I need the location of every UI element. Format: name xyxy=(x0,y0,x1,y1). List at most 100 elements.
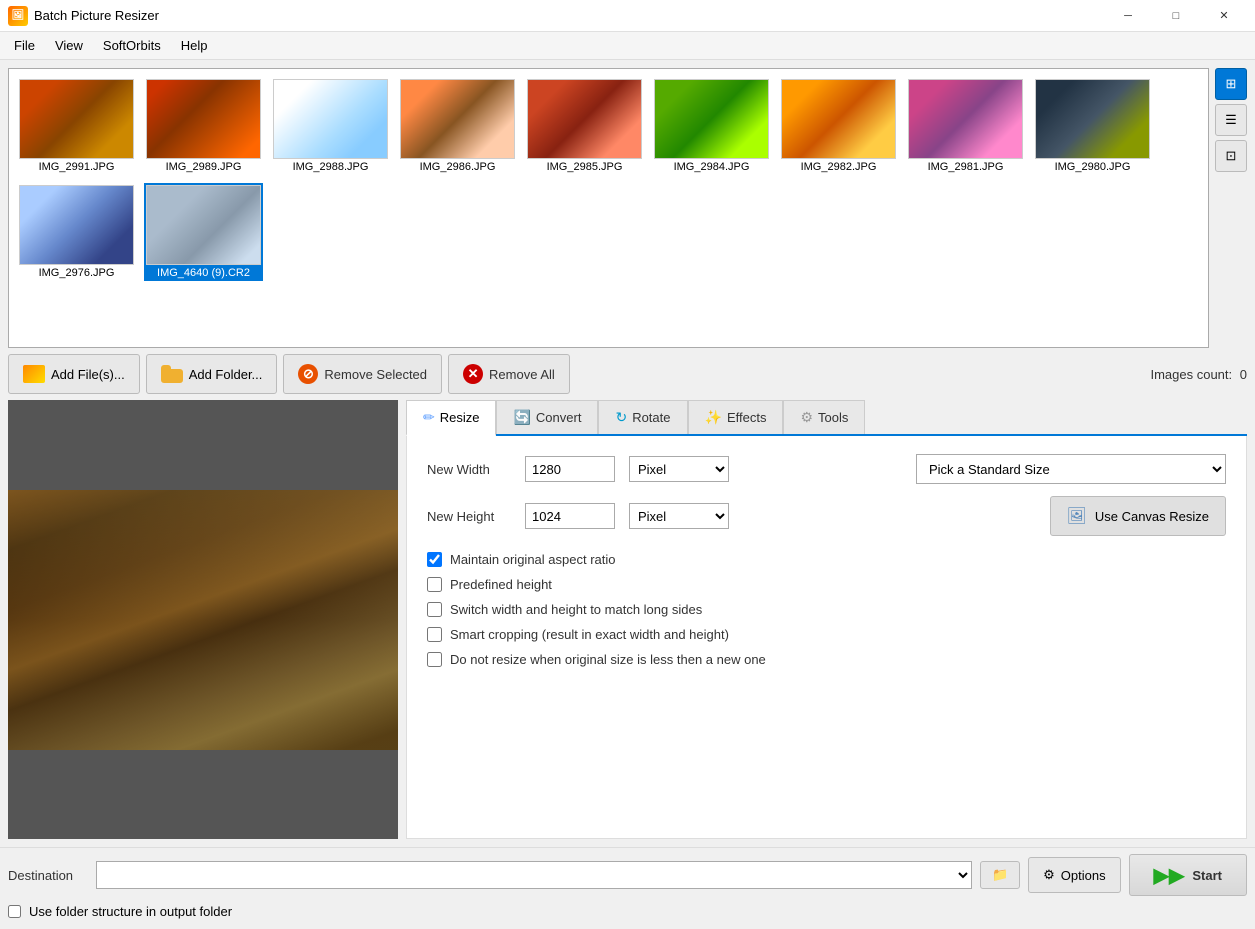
maximize-button[interactable]: □ xyxy=(1153,0,1199,32)
options-button[interactable]: ⚙ Options xyxy=(1028,857,1120,893)
remove-selected-button[interactable]: ⊘ Remove Selected xyxy=(283,354,442,394)
browse-folder-icon: 📁 xyxy=(992,867,1008,883)
image-gallery[interactable]: IMG_2991.JPG IMG_2989.JPG IMG_2988.JPG I… xyxy=(8,68,1209,348)
remove-all-button[interactable]: ✕ Remove All xyxy=(448,354,570,394)
thumbnail-label: IMG_2980.JPG xyxy=(1055,161,1131,173)
right-panel: ✏ Resize 🔄 Convert ↻ Rotate ✨ Effects xyxy=(406,400,1247,839)
new-width-label: New Width xyxy=(427,462,517,477)
list-item[interactable]: IMG_2985.JPG xyxy=(525,77,644,175)
tab-tools[interactable]: ⚙ Tools xyxy=(783,400,865,434)
tools-tab-icon: ⚙ xyxy=(800,409,813,426)
app-title: Batch Picture Resizer xyxy=(34,8,159,23)
thumbnail-img xyxy=(146,79,261,159)
destination-browse-button[interactable]: 📁 xyxy=(980,861,1020,889)
smart-cropping-checkbox[interactable] xyxy=(427,627,442,642)
tab-effects[interactable]: ✨ Effects xyxy=(688,400,784,434)
maintain-aspect-checkbox[interactable] xyxy=(427,552,442,567)
images-count-value: 0 xyxy=(1240,367,1247,382)
list-item[interactable]: IMG_2991.JPG xyxy=(17,77,136,175)
menu-softorbits[interactable]: SoftOrbits xyxy=(93,34,171,57)
tab-rotate[interactable]: ↻ Rotate xyxy=(598,400,687,434)
height-unit-select[interactable]: Pixel Percent Inch CM xyxy=(629,503,729,529)
destination-wrapper xyxy=(96,861,972,889)
bottom-bar: Destination 📁 ⚙ Options ▶▶ Start xyxy=(0,847,1255,929)
maintain-aspect-row: Maintain original aspect ratio xyxy=(427,552,1226,567)
thumbnail-icon: ⊞ xyxy=(1226,76,1237,92)
canvas-resize-button[interactable]: 🖼 Use Canvas Resize xyxy=(1050,496,1226,536)
tab-resize[interactable]: ✏ Resize xyxy=(406,400,496,436)
close-button[interactable]: ✕ xyxy=(1201,0,1247,32)
no-resize-smaller-checkbox[interactable] xyxy=(427,652,442,667)
list-view-button[interactable]: ☰ xyxy=(1215,104,1247,136)
menu-view[interactable]: View xyxy=(45,34,93,57)
titlebar: 🖼 Batch Picture Resizer ─ □ ✕ xyxy=(0,0,1255,32)
start-label: Start xyxy=(1192,868,1222,883)
remove-all-icon: ✕ xyxy=(463,364,483,384)
thumbnail-label: IMG_2976.JPG xyxy=(39,267,115,279)
maintain-aspect-label: Maintain original aspect ratio xyxy=(450,552,615,567)
thumbnail-img xyxy=(19,185,134,265)
destination-select[interactable] xyxy=(96,861,972,889)
predefined-height-checkbox[interactable] xyxy=(427,577,442,592)
start-button[interactable]: ▶▶ Start xyxy=(1129,854,1247,896)
tools-tab-label: Tools xyxy=(818,410,848,425)
thumbnail-img xyxy=(19,79,134,159)
list-item[interactable]: IMG_2980.JPG xyxy=(1033,77,1152,175)
menu-file[interactable]: File xyxy=(4,34,45,57)
thumbnail-img xyxy=(400,79,515,159)
list-item[interactable]: IMG_2976.JPG xyxy=(17,183,136,281)
effects-tab-icon: ✨ xyxy=(705,409,722,426)
no-resize-smaller-row: Do not resize when original size is less… xyxy=(427,652,1226,667)
width-unit-select[interactable]: Pixel Percent Inch CM xyxy=(629,456,729,482)
thumbnail-label: IMG_2986.JPG xyxy=(420,161,496,173)
no-resize-smaller-label: Do not resize when original size is less… xyxy=(450,652,766,667)
options-gear-icon: ⚙ xyxy=(1043,867,1055,883)
list-item[interactable]: IMG_2981.JPG xyxy=(906,77,1025,175)
list-item[interactable]: IMG_2986.JPG xyxy=(398,77,517,175)
use-folder-structure-checkbox[interactable] xyxy=(8,905,21,918)
main-content: IMG_2991.JPG IMG_2989.JPG IMG_2988.JPG I… xyxy=(0,60,1255,929)
remove-all-label: Remove All xyxy=(489,367,555,382)
tab-convert[interactable]: 🔄 Convert xyxy=(496,400,598,434)
list-item[interactable]: IMG_2988.JPG xyxy=(271,77,390,175)
add-files-button[interactable]: Add File(s)... xyxy=(8,354,140,394)
thumbnail-label: IMG_2981.JPG xyxy=(928,161,1004,173)
app-icon: 🖼 xyxy=(8,6,28,26)
new-height-label: New Height xyxy=(427,509,517,524)
add-folder-button[interactable]: Add Folder... xyxy=(146,354,278,394)
images-count-label: Images count: xyxy=(1150,367,1232,382)
rotate-tab-label: Rotate xyxy=(632,410,670,425)
add-folder-label: Add Folder... xyxy=(189,367,263,382)
switch-dimensions-checkbox[interactable] xyxy=(427,602,442,617)
main-panel: ✏ Resize 🔄 Convert ↻ Rotate ✨ Effects xyxy=(0,400,1255,847)
thumbnail-img xyxy=(273,79,388,159)
add-files-icon xyxy=(23,365,45,383)
preview-area xyxy=(8,400,398,839)
thumbnail-label: IMG_2985.JPG xyxy=(547,161,623,173)
grid-view-button[interactable]: ⊡ xyxy=(1215,140,1247,172)
list-item[interactable]: IMG_2984.JPG xyxy=(652,77,771,175)
options-label: Options xyxy=(1061,868,1106,883)
start-icon: ▶▶ xyxy=(1154,863,1185,888)
new-width-input[interactable] xyxy=(525,456,615,482)
thumbnail-view-button[interactable]: ⊞ xyxy=(1215,68,1247,100)
remove-selected-icon: ⊘ xyxy=(298,364,318,384)
use-folder-row: Use folder structure in output folder xyxy=(8,904,1247,923)
titlebar-left: 🖼 Batch Picture Resizer xyxy=(8,6,159,26)
thumbnail-label: IMG_2982.JPG xyxy=(801,161,877,173)
minimize-button[interactable]: ─ xyxy=(1105,0,1151,32)
list-item[interactable]: IMG_2989.JPG xyxy=(144,77,263,175)
thumbnail-img xyxy=(781,79,896,159)
list-item[interactable]: IMG_4640 (9).CR2 xyxy=(144,183,263,281)
convert-tab-icon: 🔄 xyxy=(513,409,530,426)
standard-size-select[interactable]: Pick a Standard Size 640×480 800×600 102… xyxy=(916,454,1226,484)
action-toolbar: Add File(s)... Add Folder... ⊘ Remove Se… xyxy=(0,348,1255,400)
menu-help[interactable]: Help xyxy=(171,34,218,57)
images-count: Images count: 0 xyxy=(1150,367,1247,382)
titlebar-controls: ─ □ ✕ xyxy=(1105,0,1247,32)
thumbnail-label: IMG_2991.JPG xyxy=(39,161,115,173)
add-folder-icon xyxy=(161,365,183,383)
new-height-input[interactable] xyxy=(525,503,615,529)
list-item[interactable]: IMG_2982.JPG xyxy=(779,77,898,175)
thumbnail-label: IMG_2984.JPG xyxy=(674,161,750,173)
